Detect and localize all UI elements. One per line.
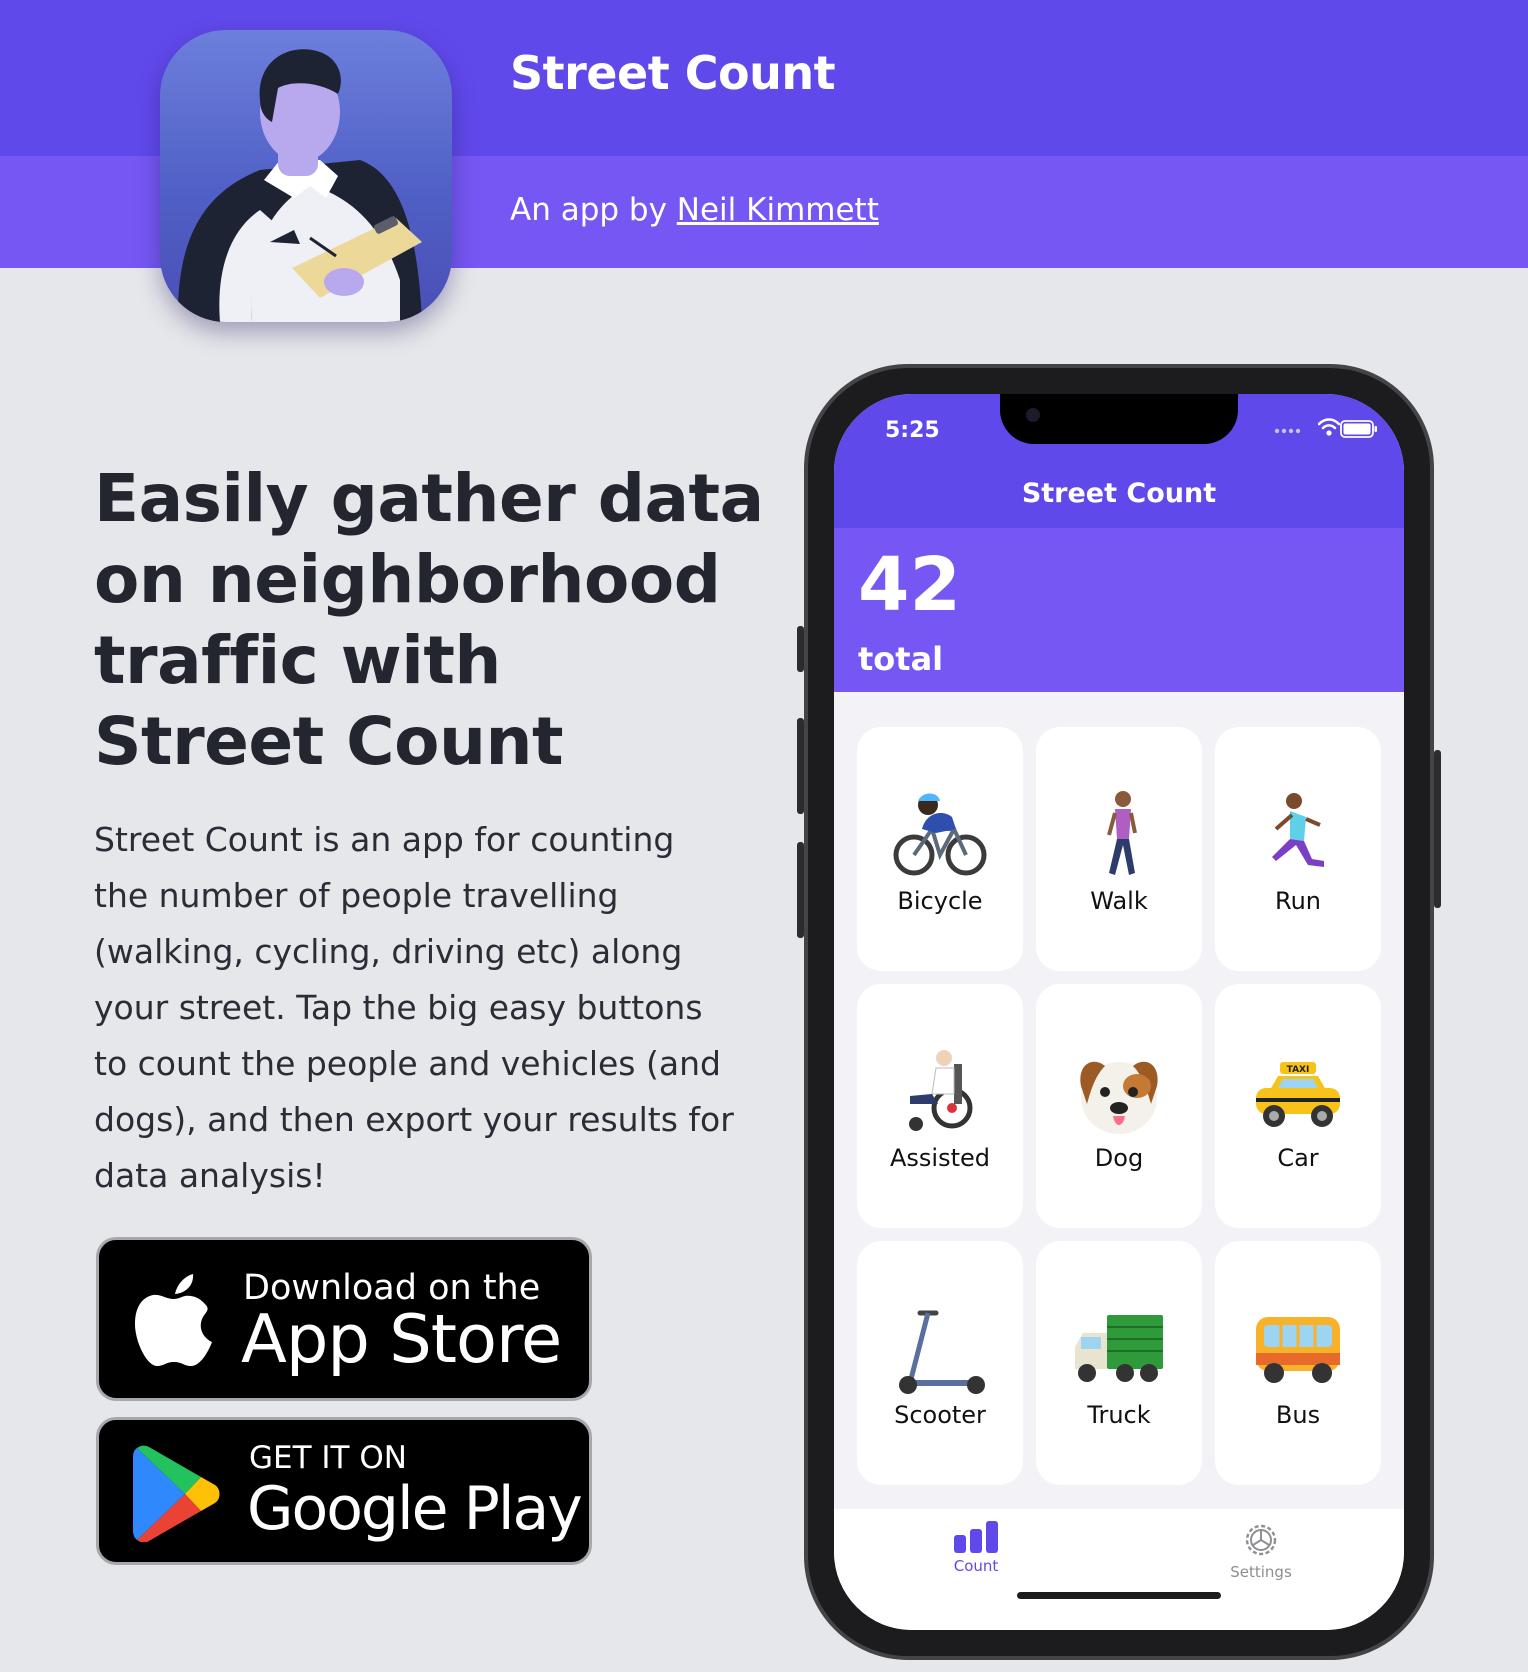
gear-icon (1245, 1524, 1277, 1556)
phone-notch (1000, 394, 1238, 444)
app-title: Street Count (510, 46, 836, 100)
phone-power-button (1434, 750, 1441, 908)
counter-label: Bicycle (897, 887, 983, 915)
counter-button-bus[interactable]: Bus (1215, 1241, 1381, 1485)
app-store-big-text: App Store (241, 1300, 562, 1378)
status-time: 5:25 (885, 418, 940, 443)
wifi-icon (1318, 418, 1340, 436)
dog-emoji-icon (1080, 1061, 1158, 1134)
phone-mute-switch (797, 626, 804, 672)
hero-headline: Easily gather data on neighborhood traff… (94, 458, 764, 782)
counter-label: Dog (1094, 1144, 1144, 1172)
counter-label: Scooter (894, 1401, 986, 1429)
counter-button-assisted[interactable]: Assisted (857, 984, 1023, 1228)
taxi-sign-text: TAXI (1287, 1065, 1310, 1075)
counter-label: Car (1277, 1144, 1319, 1172)
counter-label: Bus (1275, 1401, 1321, 1429)
taxi-emoji-icon: TAXI (1256, 1062, 1340, 1127)
bicycle-emoji-icon (893, 793, 987, 876)
scooter-emoji-icon (899, 1310, 985, 1394)
total-count-label: total (858, 640, 944, 678)
wheelchair-emoji-icon (909, 1050, 973, 1131)
counter-button-truck[interactable]: Truck (1036, 1241, 1202, 1485)
headline-line: traffic with (94, 622, 501, 699)
counter-label: Run (1274, 887, 1322, 915)
run-emoji-icon (1272, 793, 1324, 867)
walk-emoji-icon (1107, 791, 1137, 875)
tab-count-label: Count (953, 1557, 999, 1575)
phone-volume-up (797, 718, 804, 814)
google-play-big-text: Google Play (247, 1474, 583, 1544)
headline-line: on neighborhood (94, 541, 721, 618)
truck-emoji-icon (1075, 1315, 1163, 1382)
counter-label: Truck (1087, 1401, 1151, 1429)
counter-button-bicycle[interactable]: Bicycle (857, 727, 1023, 971)
app-author-line: An app by Neil Kimmett (510, 192, 879, 228)
headline-line: Easily gather data (94, 460, 764, 537)
app-icon (160, 30, 452, 322)
total-count-value: 42 (858, 542, 961, 628)
counter-button-scooter[interactable]: Scooter (857, 1241, 1023, 1485)
apple-logo-icon (135, 1274, 212, 1366)
navbar-title: Street Count (1021, 478, 1217, 509)
app-store-badge[interactable]: Download on the App Store (96, 1237, 592, 1401)
bus-emoji-icon (1256, 1317, 1340, 1383)
bar-chart-icon (954, 1521, 998, 1553)
tab-settings[interactable]: Settings (1191, 1521, 1331, 1581)
hero-description: Street Count is an app for counting the … (94, 820, 734, 1195)
counter-label: Walk (1090, 887, 1148, 915)
counter-label: Assisted (889, 1144, 990, 1172)
counter-grid: Bicycle Walk Run Assisted Dog TAXI Car S… (857, 727, 1381, 1485)
headline-app-name: Street Count (94, 703, 564, 780)
home-indicator (1017, 1592, 1221, 1599)
phone-volume-down (797, 842, 804, 938)
author-link[interactable]: Neil Kimmett (677, 192, 879, 228)
counter-button-run[interactable]: Run (1215, 727, 1381, 971)
total-count-panel: 42 total (834, 528, 1404, 692)
tab-bar: Count Settings (834, 1509, 1404, 1630)
counter-button-dog[interactable]: Dog (1036, 984, 1202, 1228)
author-prefix: An app by (510, 192, 677, 228)
google-play-logo-icon (133, 1445, 220, 1542)
signal-dots-icon (1274, 428, 1301, 434)
front-camera (1026, 408, 1040, 422)
google-play-badge[interactable]: GET IT ON Google Play (96, 1417, 592, 1565)
tab-settings-label: Settings (1230, 1563, 1292, 1581)
phone-screen: 5:25 Street Count 42 total Bicycle Walk … (834, 394, 1404, 1630)
battery-icon (1340, 420, 1377, 438)
google-play-small-text: GET IT ON (249, 1440, 407, 1476)
counter-button-walk[interactable]: Walk (1036, 727, 1202, 971)
tab-count[interactable]: Count (906, 1521, 1046, 1575)
counter-button-car[interactable]: TAXI Car (1215, 984, 1381, 1228)
app-navbar: 5:25 Street Count (834, 394, 1404, 528)
